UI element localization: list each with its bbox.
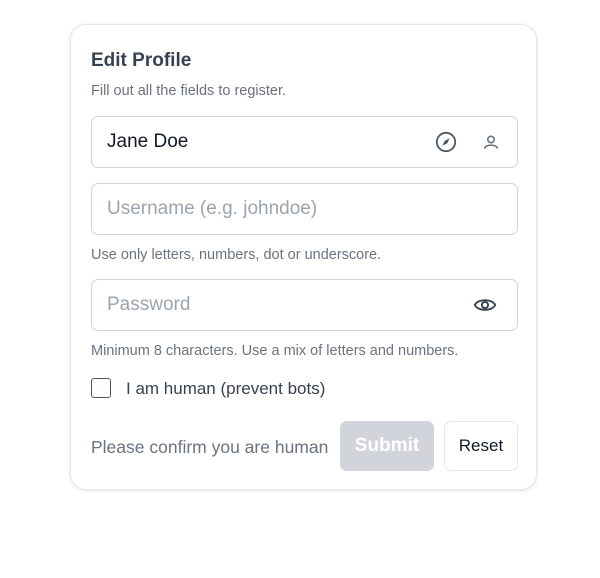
user-icon[interactable]: [479, 130, 503, 154]
human-checkbox-label[interactable]: I am human (prevent bots): [126, 379, 325, 399]
username-input[interactable]: [107, 184, 427, 234]
password-field[interactable]: [91, 279, 518, 331]
name-input[interactable]: [107, 117, 427, 167]
password-hint: Minimum 8 characters. Use a mix of lette…: [91, 343, 459, 359]
eye-icon[interactable]: [473, 293, 497, 317]
submit-button[interactable]: Submit: [340, 421, 434, 471]
edit-profile-card: Edit Profile Fill out all the fields to …: [70, 24, 537, 490]
name-field[interactable]: [91, 116, 518, 168]
human-checkbox[interactable]: [91, 378, 111, 398]
reset-button[interactable]: Reset: [444, 421, 518, 471]
username-field[interactable]: [91, 183, 518, 235]
form-subtitle: Fill out all the fields to register.: [91, 83, 287, 99]
confirm-human-text: Please confirm you are human: [91, 437, 329, 457]
form-title: Edit Profile: [91, 50, 192, 71]
username-hint: Use only letters, numbers, dot or unders…: [91, 247, 382, 263]
compass-icon[interactable]: [434, 130, 458, 154]
password-input[interactable]: [107, 280, 427, 330]
